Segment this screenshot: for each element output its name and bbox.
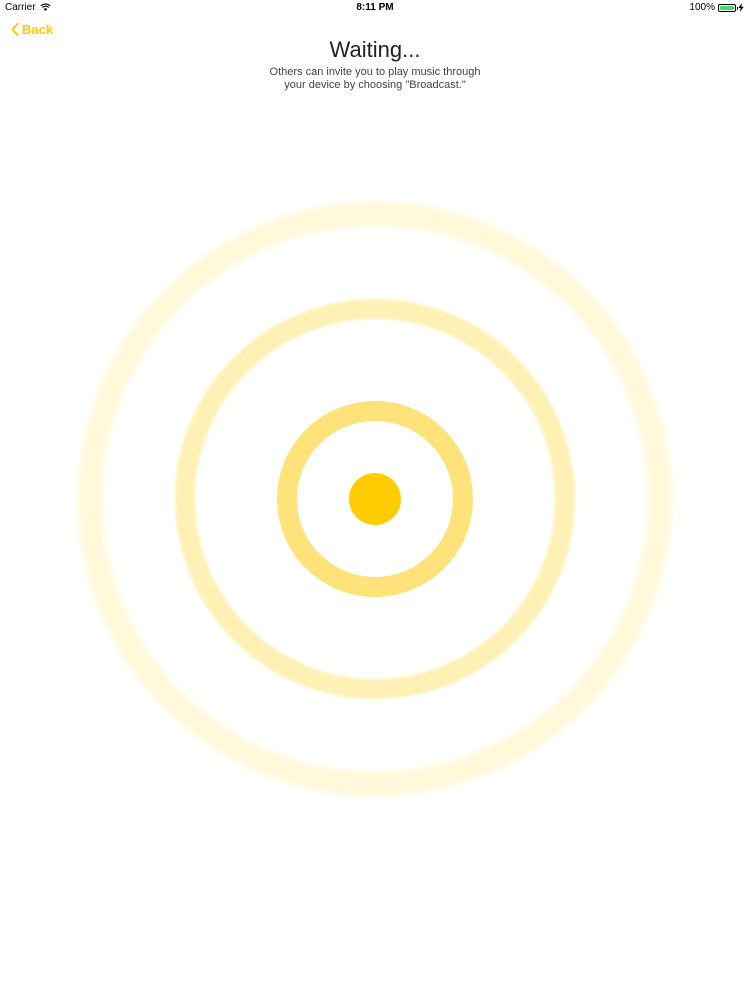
battery-icon: [718, 3, 738, 12]
center-dot: [349, 473, 401, 525]
outer-ring: [78, 202, 672, 796]
status-bar: Carrier 8:11 PM 100%: [0, 0, 750, 16]
chevron-left-icon: [11, 23, 19, 36]
back-button[interactable]: Back: [11, 22, 53, 37]
page-title: Waiting...: [329, 37, 421, 62]
broadcast-animation: [78, 202, 672, 796]
inner-ring: [277, 401, 473, 597]
bolt-icon: [738, 3, 744, 12]
subtitle-line-1: Others can invite you to play music thro…: [269, 66, 481, 78]
status-time: 8:11 PM: [356, 2, 394, 13]
back-label: Back: [22, 22, 54, 37]
subtitle-line-2: your device by choosing "Broadcast.": [284, 79, 466, 91]
page-subtitle: Others can invite you to play music thro…: [175, 66, 575, 92]
battery-fill: [720, 5, 734, 10]
battery-percent: 100%: [689, 2, 715, 13]
middle-ring: [175, 299, 575, 699]
status-right: 100%: [689, 2, 744, 13]
